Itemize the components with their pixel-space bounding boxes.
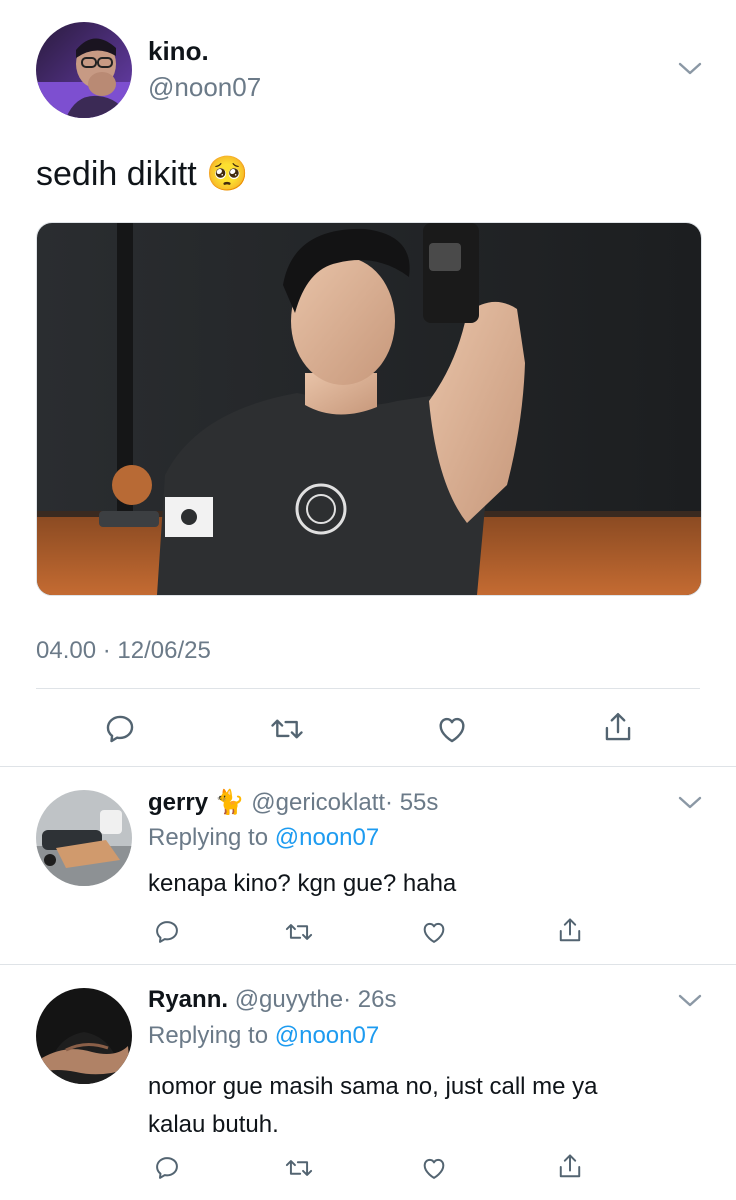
- replying-to-handle[interactable]: @noon07: [275, 1022, 379, 1049]
- replying-to-handle[interactable]: @noon07: [275, 824, 379, 851]
- tweet-text: sedih dikitt 🥺: [36, 154, 248, 194]
- reply-handle[interactable]: @guyythe: [235, 986, 343, 1013]
- cat-emoji: 🐈: [214, 789, 245, 816]
- tweet-body: sedih dikitt: [36, 155, 197, 193]
- heart-icon[interactable]: [420, 1154, 448, 1182]
- heart-icon[interactable]: [420, 918, 448, 946]
- reply-avatar[interactable]: [36, 988, 132, 1084]
- reply-text-line: nomor gue masih sama no, just call me ya: [148, 1073, 598, 1100]
- avatar[interactable]: [36, 22, 132, 118]
- reply-icon[interactable]: [153, 1154, 181, 1182]
- replying-to-label: Replying to: [148, 824, 269, 851]
- reply-avatar[interactable]: [36, 790, 132, 886]
- display-name[interactable]: kino.: [148, 36, 209, 67]
- reply-display-name[interactable]: gerry: [148, 789, 208, 816]
- reply-icon[interactable]: [103, 712, 137, 746]
- reply-handle[interactable]: @gericoklatt: [251, 789, 385, 816]
- reply-display-name[interactable]: Ryann.: [148, 986, 228, 1013]
- reply-text: nomor gue masih sama no, just call me ya…: [148, 1068, 598, 1144]
- timestamp[interactable]: 04.00 · 12/06/25: [36, 637, 211, 665]
- share-icon[interactable]: [601, 710, 635, 746]
- chevron-down-icon[interactable]: [676, 990, 704, 1010]
- reply-text: kenapa kino? kgn gue? haha: [148, 870, 457, 897]
- reply-header: gerry 🐈 @gericoklatt· 55s: [148, 788, 438, 817]
- share-icon[interactable]: [556, 1152, 584, 1182]
- reply-header: Ryann. @guyythe· 26s: [148, 986, 396, 1014]
- retweet-icon[interactable]: [284, 1154, 314, 1182]
- tweet-image[interactable]: [36, 222, 702, 596]
- share-icon[interactable]: [556, 916, 584, 946]
- reply-text-line: kalau butuh.: [148, 1111, 279, 1138]
- replying-to: Replying to @noon07: [148, 1022, 379, 1050]
- reply-time[interactable]: · 26s: [343, 986, 396, 1013]
- divider: [0, 964, 736, 965]
- replying-to: Replying to @noon07: [148, 824, 379, 852]
- chevron-down-icon[interactable]: [676, 792, 704, 812]
- heart-icon[interactable]: [435, 712, 469, 746]
- replying-to-label: Replying to: [148, 1022, 269, 1049]
- chevron-down-icon[interactable]: [676, 58, 704, 78]
- handle[interactable]: @noon07: [148, 72, 261, 103]
- retweet-icon[interactable]: [269, 712, 305, 746]
- reply-time[interactable]: · 55s: [385, 789, 438, 816]
- meta-divider: [36, 688, 700, 689]
- retweet-icon[interactable]: [284, 918, 314, 946]
- reply-icon[interactable]: [153, 918, 181, 946]
- pleading-face-emoji: 🥺: [206, 155, 249, 193]
- divider: [0, 766, 736, 767]
